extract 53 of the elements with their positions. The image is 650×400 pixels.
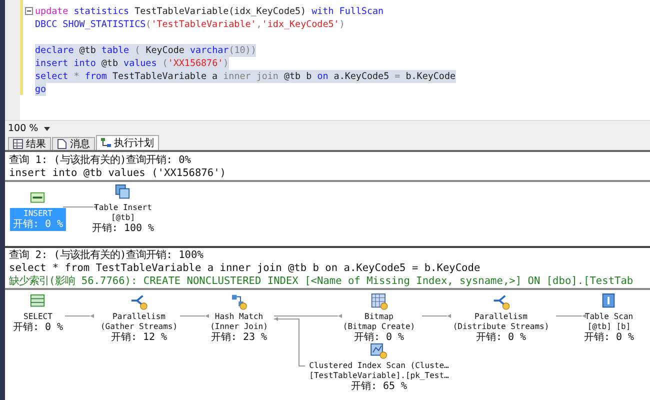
cost-label: 开销: 0 % [12, 219, 64, 230]
operator-label: (Bitmap Create) [342, 322, 416, 332]
cost-label: 开销: 0 % [12, 322, 64, 333]
cost-label: 开销: 0 % [476, 332, 526, 343]
code-line: update statistics TestTableVariable(idx_KeyCode5) with FullScan [35, 5, 384, 18]
connector-arrow [180, 314, 209, 318]
cost-label: 开销: 0 % [584, 332, 634, 343]
result-tab[interactable]: 消息 [52, 137, 95, 150]
connector-arrow [422, 314, 451, 318]
operator-label: [@tb] [b] [587, 322, 631, 332]
plan-tree-icon [101, 138, 111, 148]
operator-label: (Inner Join) [210, 322, 268, 332]
operator-label: (Gather Streams) [100, 322, 178, 332]
operator-label: Parallelism [112, 312, 166, 322]
query-cost-header: 查询 2: (与该批有关的)查询开销: 100% [9, 249, 204, 262]
result-tab[interactable]: 结果 [8, 137, 51, 150]
cost-label: 开销: 100 % [92, 223, 154, 234]
query-statement: select * from TestTableVariable a inner join @tb b on a.KeyCode5 = b.KeyCode [9, 262, 482, 275]
connector-arrow [556, 314, 586, 318]
zoom-dropdown[interactable]: 100 % [8, 123, 50, 134]
plan-node-caption[interactable]: SELECT 开销: 0 % [10, 311, 66, 334]
operator-label: (Distribute Streams) [452, 322, 550, 332]
cost-label: 开销: 0 % [354, 332, 404, 343]
plan-node-caption[interactable]: Hash Match (Inner Join) 开销: 23 % [207, 311, 271, 344]
operator-label: Parallelism [474, 312, 528, 322]
operator-label: [@tb] [110, 213, 136, 223]
operator-label: Hash Match [214, 312, 264, 322]
operator-label: Table Insert [94, 203, 152, 213]
collapse-icon[interactable] [25, 7, 33, 15]
plan-node-caption[interactable]: Parallelism (Distribute Streams) 开销: 0 % [450, 311, 552, 344]
cost-label: 开销: 23 % [210, 332, 268, 343]
plan-node-caption[interactable]: Bitmap (Bitmap Create) 开销: 0 % [340, 311, 418, 344]
code-line: DBCC SHOW_STATISTICS('TestTableVariable','idx_KeyCode5') [35, 18, 345, 31]
query-cost-header: 查询 1: (与该批有关的)查询开销: 0% [9, 154, 192, 167]
operator-label: SELECT [24, 312, 52, 322]
operator-label: INSERT [24, 209, 52, 219]
connector-arrow [64, 314, 94, 318]
result-tab[interactable]: 执行计划 [96, 135, 159, 150]
cost-label: 开销: 12 % [110, 332, 168, 343]
plan-node-caption[interactable]: Table Scan [@tb] [b] 开销: 0 % [580, 311, 638, 344]
operator-label: [TestTableVariable].[pk_Test… [309, 371, 449, 381]
operator-label: Table Scan [584, 312, 634, 322]
missing-index-hint: 缺少索引(影响 56.7766): CREATE NONCLUSTERED INDEX [<Name of Missing Index, sysname,>] ON [dbo].[TestTab [9, 275, 634, 288]
grid-icon [13, 139, 23, 149]
plan-node-caption[interactable]: Table Insert [@tb] 开销: 100 % [88, 202, 158, 235]
query-statement: insert into @tb values ('XX156876') [9, 167, 227, 180]
cost-label: 开销: 65 % [350, 381, 408, 392]
operator-label: Bitmap [364, 312, 394, 322]
plan-node-caption[interactable]: Parallelism (Gather Streams) 开销: 12 % [97, 311, 181, 344]
plan-node-caption[interactable]: Clustered Index Scan (Cluste… [TestTableVariable].[pk_Test… 开销: 65 % [306, 360, 452, 393]
operator-label: Clustered Index Scan (Cluste… [309, 361, 449, 371]
dropdown-caret-icon [44, 126, 50, 130]
document-icon [57, 139, 67, 149]
